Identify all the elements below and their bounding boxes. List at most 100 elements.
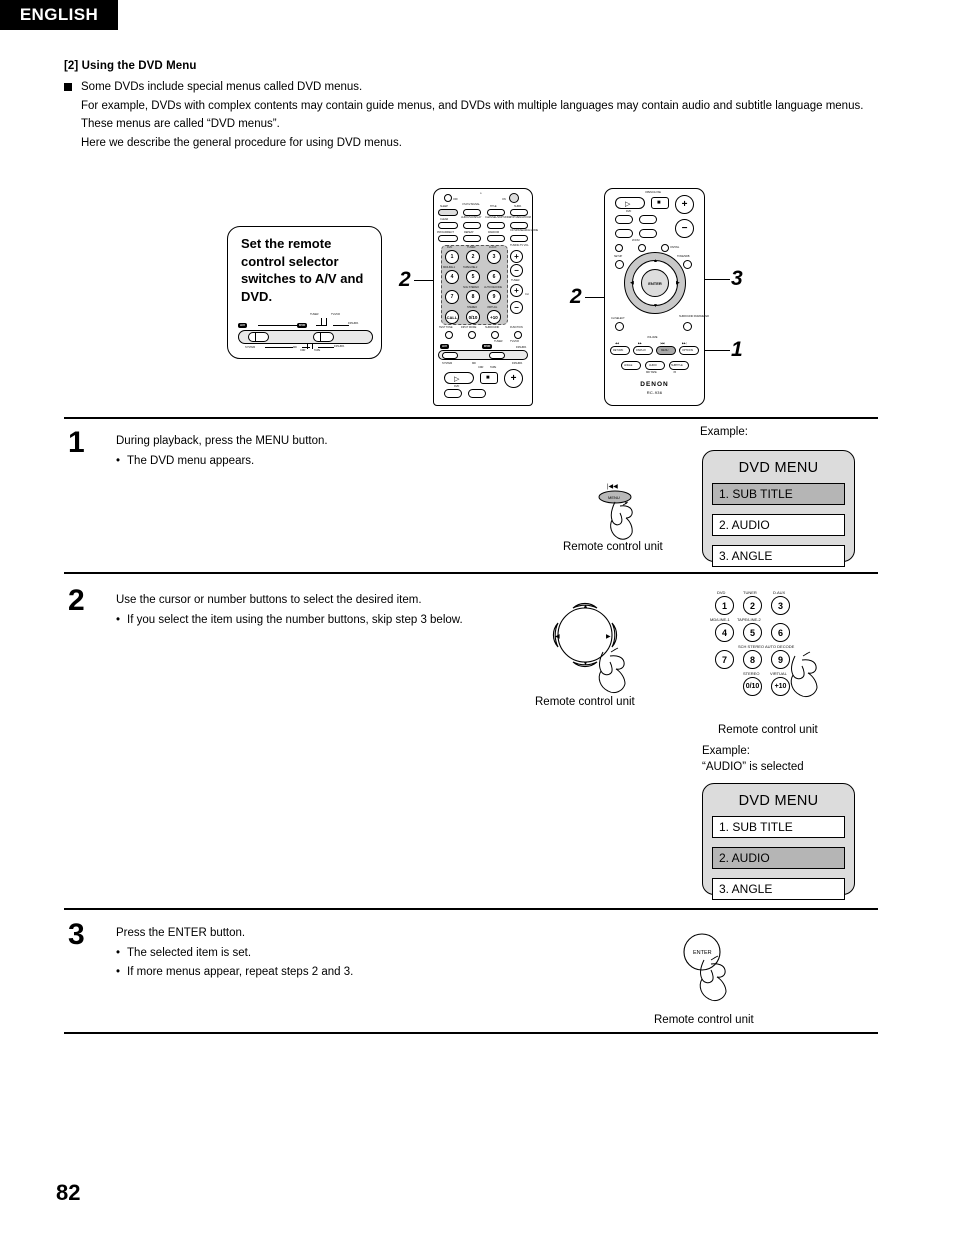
dvd-menu-item-3-step1[interactable]: 3. ANGLE <box>712 545 845 567</box>
keypad-key-0[interactable]: 0/10 <box>743 677 762 696</box>
step-2-text: Use the cursor or number buttons to sele… <box>116 591 498 629</box>
ch-select-button <box>615 322 624 331</box>
step-3-number: 3 <box>68 918 85 951</box>
step-3-enter-illustration: ENTER <box>680 930 760 1010</box>
label-on-tag: ON/TAG <box>670 246 680 249</box>
jog-plus: + <box>504 369 523 388</box>
step-2-number: 2 <box>68 584 85 617</box>
surround-parameter-button <box>683 322 692 331</box>
label-ch-select: CH SELECT <box>611 317 625 320</box>
svg-text:ENTER: ENTER <box>693 950 712 956</box>
label-tone-sdb: TONE/SDB <box>677 255 690 258</box>
keypad-key-2[interactable]: 2 <box>743 596 762 615</box>
step-1-bullets: • The DVD menu appears. <box>116 452 506 471</box>
svg-text:|◀◀: |◀◀ <box>607 484 618 490</box>
rule-top <box>64 417 878 419</box>
tuning-up-key: + <box>510 284 523 297</box>
cursor-right-icon: ▶ <box>676 280 680 286</box>
label-stereo: STEREO <box>467 306 478 309</box>
dvd-menu-item-1-step2[interactable]: 1. SUB TITLE <box>712 816 845 838</box>
label-function: FUNCTION <box>510 326 523 329</box>
label-audio: AUDIO <box>649 364 657 367</box>
key-5: 5 <box>466 270 480 284</box>
cursor-down-icon: ▼ <box>653 303 658 309</box>
dvd-menu-item-3-step2[interactable]: 3. ANGLE <box>712 878 845 900</box>
label-surr: SURR. <box>514 205 522 208</box>
switch-label-system: SYSTEM <box>245 346 256 349</box>
label-dvd-transport: DVD <box>454 385 460 388</box>
label-input-mode: INPUT MODE <box>461 326 477 329</box>
rule-step3-bottom <box>64 1032 878 1034</box>
label-repeat: REPEAT <box>464 231 474 234</box>
dvd-menu-item-2-step1[interactable]: 2. AUDIO <box>712 514 845 536</box>
callout-number-1: 1 <box>731 338 743 361</box>
step-3-device-caption: Remote control unit <box>654 1014 754 1026</box>
key-2: 2 <box>466 250 480 264</box>
play-icon-right: ▷ <box>625 201 631 208</box>
keypad-label-daux: D.AUX <box>773 590 786 595</box>
volume-down-key: − <box>510 264 523 277</box>
switch-tag-av-remote: A/V <box>440 344 450 349</box>
label-surround: SURROUND <box>485 326 500 329</box>
step-2-keypad-illustration: DVD TUNER D.AUX 1 2 3 MD/LINE-1 TAPE/LIN… <box>705 590 818 705</box>
step-1-bullet-1: The DVD menu appears. <box>127 454 255 467</box>
label-tuner-switch: TUNER <box>494 340 503 343</box>
label-topmenu-zoom: TOP MENU/ZOOM <box>510 216 531 219</box>
label-dvd-right: DVD <box>626 210 632 213</box>
key-9: 9 <box>487 290 501 304</box>
keypad-key-1[interactable]: 1 <box>715 596 734 615</box>
label-random: RANDOM <box>488 231 499 234</box>
label-tuning-tvvol: TUNING TV VOL <box>510 244 529 247</box>
svg-text:MENU: MENU <box>608 495 620 500</box>
keypad-key-3[interactable]: 3 <box>771 596 790 615</box>
keypad-key-7[interactable]: 7 <box>715 650 734 669</box>
selector-switch-graphic: A/V DVD TUNER TV/VCR IN/SURR. SYSTEM MD … <box>238 311 373 353</box>
next-button <box>639 215 657 224</box>
label-tuner-key: TUNER <box>467 246 476 249</box>
step-2-device-caption-right: Remote control unit <box>718 724 818 736</box>
dvd-menu-item-2-step2[interactable]: 2. AUDIO <box>712 847 845 869</box>
label-insurr-switch-top: IN/SURR. <box>516 346 527 349</box>
label-md-line1: MD/LINE-1 <box>443 266 455 269</box>
switch-label-tvvcr: TV/VCR <box>331 313 340 316</box>
label-channel-skip: CHANNEL/SKIP MODE <box>485 216 511 219</box>
key-3: 3 <box>487 250 501 264</box>
switch-label-insurr-top: IN/SURR. <box>348 322 359 325</box>
label-volume: VOLUME <box>647 336 658 339</box>
keypad-label-auto-decode: AUTO DECODE <box>765 644 795 649</box>
switch-tag-av: A/V <box>238 323 248 328</box>
list-item: • The selected item is set. <box>116 944 516 963</box>
label-surround-parameter: SURROUND PARAMETER <box>679 315 709 318</box>
step-2-cursor-pad-illustration: ▲ ▼ ◀ ▶ <box>533 588 653 703</box>
switch-tag-dvd-remote: DVD <box>482 344 493 349</box>
keypad-key-8[interactable]: 8 <box>743 650 762 669</box>
label-daux-key: D.AUX <box>489 246 497 249</box>
dvd-menu-item-1-step1[interactable]: 1. SUB TITLE <box>712 483 845 505</box>
key-4: 4 <box>445 270 459 284</box>
callout-text: Set the remote control selector switches… <box>241 236 364 304</box>
label-insurr-switch-bottom: IN/SURR. <box>512 362 523 365</box>
list-item: • If more menus appear, repeat steps 2 an… <box>116 963 516 982</box>
keypad-key-6[interactable]: 6 <box>771 623 790 642</box>
key-0: 0/10 <box>466 310 480 324</box>
keypad-key-4[interactable]: 4 <box>715 623 734 642</box>
bullet-dot-icon: • <box>116 613 121 626</box>
keypad-key-5[interactable]: 5 <box>743 623 762 642</box>
svg-text:▼: ▼ <box>583 661 589 667</box>
rew-button <box>615 229 633 238</box>
label-tvvcr-switch: TV/VCR <box>510 340 519 343</box>
setup-button <box>615 260 624 269</box>
step-2-bullet-1: If you select the item using the number … <box>127 613 463 626</box>
remote-left-off-led <box>444 194 452 202</box>
label-md-tape: MD TAPE <box>646 371 657 374</box>
label-title: TITLE <box>490 205 497 208</box>
keypad-label-dvd: DVD <box>717 590 726 595</box>
switch-label-cdr: CDR <box>300 349 306 352</box>
label-on: ON <box>502 198 506 201</box>
label-clear: CLEAR <box>440 218 449 221</box>
label-progdirect: PROG/DIRECT <box>437 231 454 234</box>
cursor-up-icon: ▲ <box>653 258 658 264</box>
label-menu: MENU <box>661 349 669 352</box>
step-3-bullets: • The selected item is set. • If more menu… <box>116 944 516 982</box>
bullet-dot-icon: • <box>116 946 121 959</box>
